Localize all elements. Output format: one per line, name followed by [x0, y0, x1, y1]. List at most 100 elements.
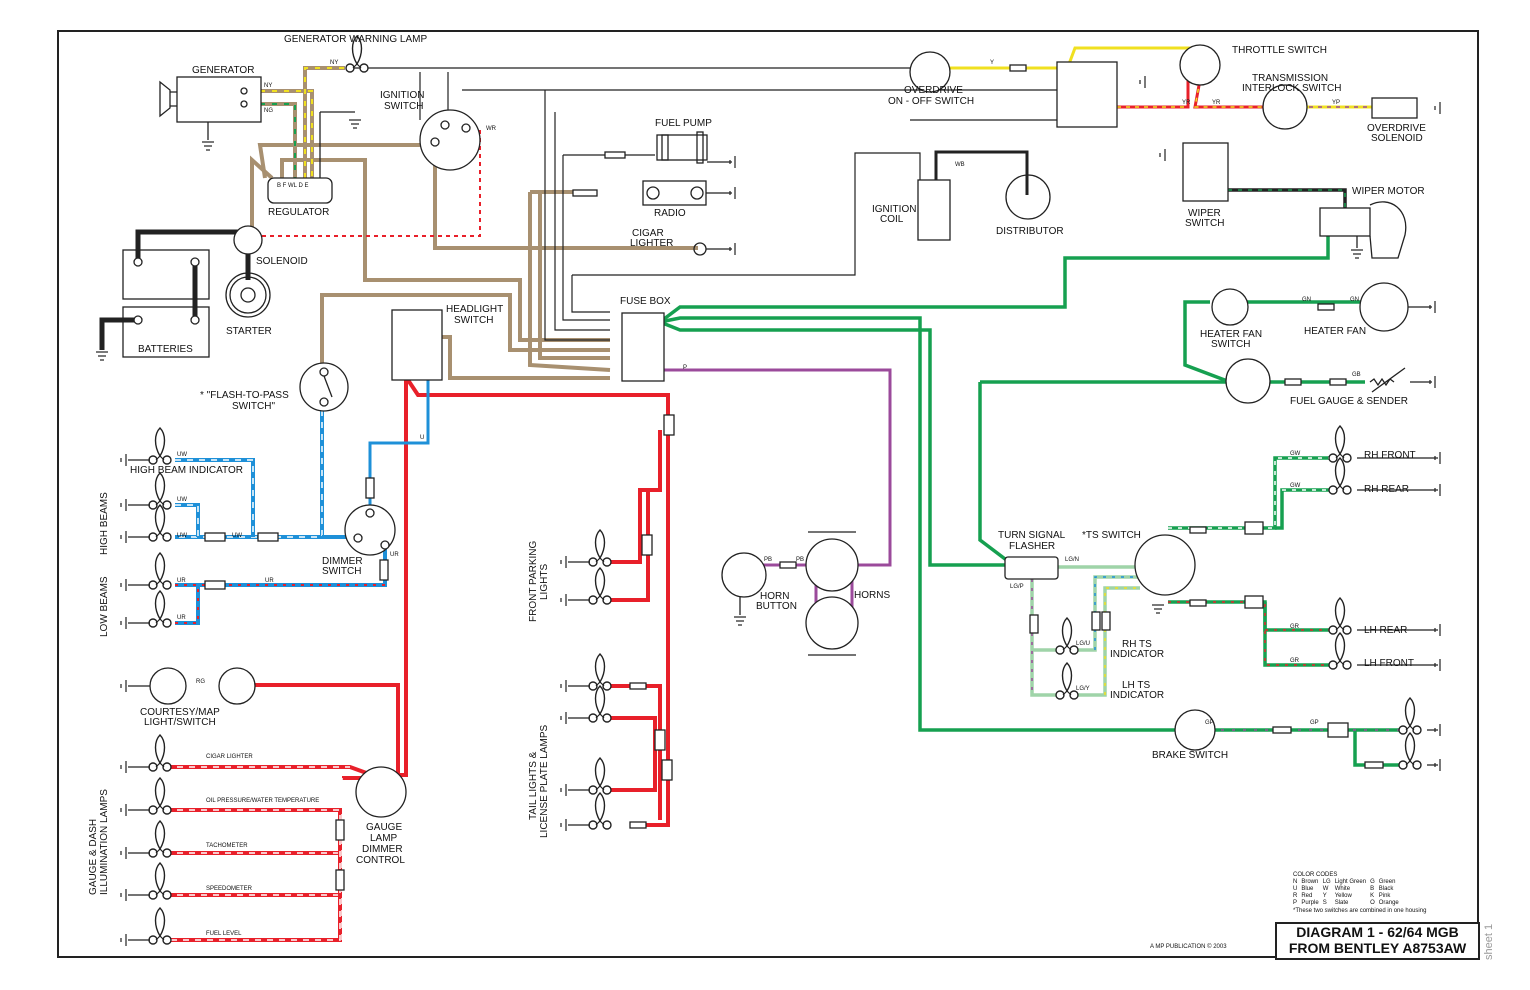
- wire-label-gn-2: GN: [1350, 297, 1359, 303]
- label-headlight-switch-2: SWITCH: [454, 315, 494, 326]
- label-brake-switch: BRAKE SWITCH: [1152, 750, 1229, 761]
- wire-label-gp-2: GP: [1310, 720, 1319, 726]
- label-overdrive-switch-1: OVERDRIVE: [904, 85, 963, 96]
- label-lh-rear: LH REAR: [1364, 625, 1408, 636]
- label-gauge-cigar: CIGAR LIGHTER: [206, 754, 253, 760]
- legend-name: Purple: [1301, 900, 1319, 906]
- wire-label-ur-2: UR: [265, 578, 274, 584]
- label-horns: HORNS: [854, 590, 891, 601]
- label-starter: STARTER: [226, 326, 272, 337]
- label-fuse-box: FUSE BOX: [620, 296, 671, 307]
- wire-label-lgy: LG/Y: [1076, 686, 1090, 692]
- legend-code: W: [1322, 886, 1329, 892]
- label-ignition-switch-1: IGNITION: [380, 90, 425, 101]
- wire-label-uw-2: UW: [177, 497, 187, 503]
- label-tail-lights-2: LICENSE PLATE LAMPS: [539, 724, 550, 838]
- label-turn-signal-2: FLASHER: [1009, 541, 1056, 552]
- label-front-parking-1: FRONT PARKING: [528, 540, 539, 622]
- legend-code: K: [1370, 893, 1375, 899]
- legend-name: Green: [1378, 879, 1396, 885]
- wire-label-u: U: [420, 435, 425, 441]
- wire-label-gw-1: GW: [1290, 451, 1301, 457]
- label-fuel-gauge: FUEL GAUGE & SENDER: [1290, 396, 1408, 407]
- wire-label-gw-2: GW: [1290, 483, 1301, 489]
- label-cigar-lighter-2: LIGHTER: [630, 238, 674, 249]
- label-overdrive-solenoid-2: SOLENOID: [1371, 133, 1423, 144]
- legend-footnote: *These two switches are combined in one …: [1293, 908, 1427, 914]
- legend-code: G: [1370, 879, 1375, 885]
- wire-label-gp-1: GP: [1205, 720, 1214, 726]
- label-batteries: BATTERIES: [138, 344, 193, 355]
- legend-code: P: [1293, 900, 1298, 906]
- legend-name: Blue: [1301, 886, 1314, 892]
- grounds: [128, 457, 1438, 941]
- label-flash-to-pass-2: SWITCH": [232, 401, 275, 412]
- label-solenoid: SOLENOID: [256, 256, 308, 267]
- label-generator: GENERATOR: [192, 65, 255, 76]
- wiring-diagram: [95, 35, 1441, 947]
- legend-code: Y: [1322, 893, 1327, 899]
- legend-name: Red: [1301, 893, 1313, 899]
- label-gauge-dash-2: ILLUMINATION LAMPS: [99, 789, 110, 895]
- label-horn-button-2: BUTTON: [756, 601, 797, 612]
- wire-label-gr-1: GR: [1290, 624, 1299, 630]
- sheet-label: sheet 1: [1483, 923, 1495, 960]
- label-overdrive-switch-2: ON - OFF SWITCH: [888, 96, 975, 107]
- label-lh-ts-2: INDICATOR: [1110, 690, 1165, 701]
- legend-code: U: [1293, 886, 1298, 892]
- legend-name: Light Green: [1334, 879, 1367, 885]
- label-dimmer-switch-2: SWITCH: [322, 566, 362, 577]
- label-radio: RADIO: [654, 208, 686, 219]
- label-fuel-pump: FUEL PUMP: [655, 118, 712, 129]
- ground-symbols: [120, 451, 1441, 947]
- legend-table: N Brown LG Light Green G Green U Blue W White…: [1293, 879, 1403, 907]
- label-high-beam-indicator: HIGH BEAM INDICATOR: [130, 465, 243, 476]
- wire-label-ny-lamp: NY: [330, 60, 339, 66]
- label-heater-fan-switch-2: SWITCH: [1211, 339, 1251, 350]
- legend-name: Brown: [1301, 879, 1319, 885]
- wire-label-lgu: LG/U: [1076, 641, 1091, 647]
- legend-code: B: [1370, 886, 1375, 892]
- label-courtesy-2: LIGHT/SWITCH: [144, 717, 216, 728]
- label-gauge-dimmer-1: GAUGE: [366, 822, 403, 833]
- label-ts-switch: *TS SWITCH: [1082, 530, 1141, 541]
- wire-label-ny: NY: [264, 83, 273, 89]
- label-ignition-coil-2: COIL: [880, 214, 904, 225]
- legend-code: R: [1293, 893, 1298, 899]
- label-front-parking-2: LIGHTS: [539, 563, 550, 600]
- wire-label-gb: GB: [1352, 372, 1361, 378]
- label-lh-front: LH FRONT: [1364, 658, 1414, 669]
- label-heater-fan: HEATER FAN: [1304, 326, 1367, 337]
- wire-label-lgn-1: LG/N: [1065, 557, 1080, 563]
- label-gauge-oil: OIL PRESSURE/WATER TEMPERATURE: [206, 798, 320, 804]
- label-transmission-2: INTERLOCK SWITCH: [1242, 83, 1342, 94]
- label-tail-lights-1: TAIL LIGHTS &: [528, 751, 539, 820]
- legend-name: Orange: [1378, 900, 1399, 906]
- wire-label-rg: RG: [196, 679, 205, 685]
- label-gauge-dimmer-2: LAMP: [370, 833, 398, 844]
- legend-code: S: [1322, 900, 1327, 906]
- legend-code: LG: [1322, 879, 1331, 885]
- wire-label-ur-1: UR: [177, 578, 186, 584]
- legend-name: Yellow: [1334, 893, 1352, 899]
- label-ignition-switch-2: SWITCH: [384, 101, 424, 112]
- wire-label-uw-3: UW: [177, 533, 187, 539]
- wire-label-wb: WB: [955, 162, 965, 168]
- label-regulator-pins: B F WL D E: [277, 183, 309, 189]
- wire-label-yr-2: YR: [1212, 100, 1221, 106]
- label-gauge-speedo: SPEEDOMETER: [206, 886, 253, 892]
- title-line-1: DIAGRAM 1 - 62/64 MGB: [1296, 924, 1459, 940]
- wire-label-gr-2: GR: [1290, 658, 1299, 664]
- wire-label-p: P: [683, 365, 688, 371]
- label-gauge-dimmer-3: DIMMER: [362, 844, 403, 855]
- legend-name: Slate: [1334, 900, 1349, 906]
- label-gauge-tach: TACHOMETER: [206, 843, 248, 849]
- label-gauge-dash-1: GAUGE & DASH: [88, 818, 99, 895]
- legend-code: O: [1370, 900, 1375, 906]
- label-rh-ts-2: INDICATOR: [1110, 649, 1165, 660]
- wires-light-green: [1030, 565, 1140, 697]
- wire-label-ur-4: UR: [390, 552, 399, 558]
- label-distributor: DISTRIBUTOR: [996, 226, 1064, 237]
- title-line-2: FROM BENTLEY A8753AW: [1288, 940, 1467, 956]
- legend-name: White: [1334, 886, 1351, 892]
